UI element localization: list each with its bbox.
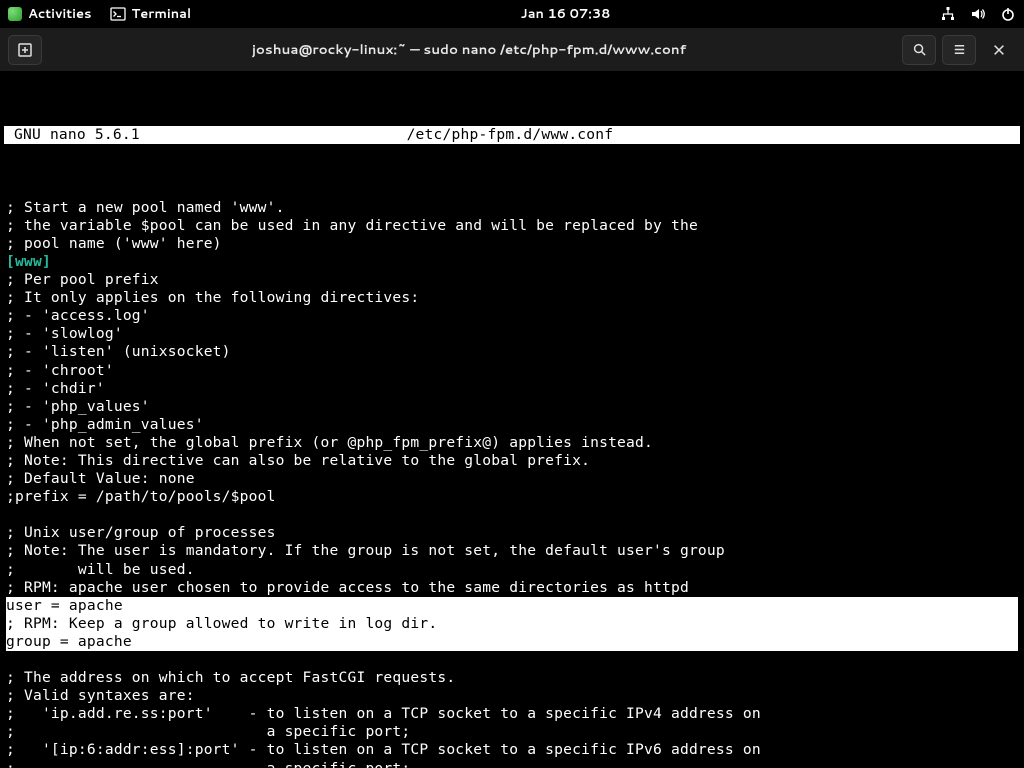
- gnome-top-bar: Activities Terminal Jan 16 07:38: [0, 0, 1024, 28]
- editor-buffer[interactable]: ; Start a new pool named 'www'. ; the va…: [4, 199, 1020, 768]
- nano-file-path: /etc/php-fpm.d/www.conf: [260, 126, 760, 144]
- new-tab-button[interactable]: [8, 35, 42, 65]
- file-text-b: ; Per pool prefix ; It only applies on t…: [6, 271, 725, 596]
- terminal-area[interactable]: GNU nano 5.6.1 /etc/php-fpm.d/www.conf ;…: [0, 72, 1024, 768]
- menu-button[interactable]: [942, 35, 976, 65]
- file-text-c: ; The address on which to accept FastCGI…: [6, 669, 761, 768]
- activities-icon: [8, 7, 22, 21]
- window-titlebar: joshua@rocky-linux:~ — sudo nano /etc/ph…: [0, 28, 1024, 72]
- activities-label: Activities: [28, 5, 92, 23]
- section-header: [www]: [6, 253, 51, 270]
- nano-version: GNU nano 5.6.1: [14, 126, 140, 144]
- clock[interactable]: Jan 16 07:38: [521, 5, 611, 23]
- network-icon: [940, 6, 956, 22]
- nano-header: GNU nano 5.6.1 /etc/php-fpm.d/www.conf: [4, 126, 1020, 144]
- file-text-a: ; Start a new pool named 'www'. ; the va…: [6, 199, 698, 252]
- app-menu[interactable]: Terminal: [110, 5, 192, 23]
- system-tray[interactable]: [940, 6, 1016, 22]
- activities-button[interactable]: Activities: [8, 5, 92, 23]
- app-menu-label: Terminal: [132, 5, 192, 23]
- close-button[interactable]: [982, 35, 1016, 65]
- selected-text: user = apache ; RPM: Keep a group allowe…: [6, 597, 1018, 651]
- volume-icon: [970, 6, 986, 22]
- search-button[interactable]: [902, 35, 936, 65]
- window-title: joshua@rocky-linux:~ — sudo nano /etc/ph…: [42, 40, 896, 59]
- terminal-icon: [110, 6, 126, 22]
- power-icon: [1000, 6, 1016, 22]
